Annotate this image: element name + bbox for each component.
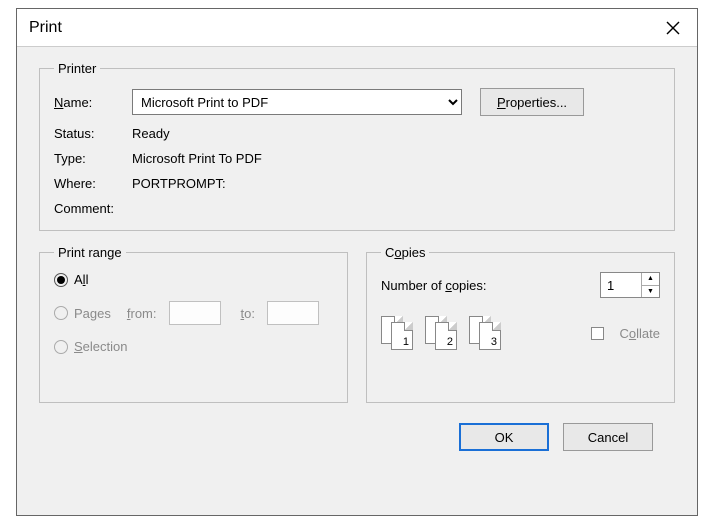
- to-input: [267, 301, 319, 325]
- printer-name-select[interactable]: Microsoft Print to PDF: [132, 89, 462, 115]
- comment-label: Comment:: [54, 201, 132, 216]
- cancel-button[interactable]: Cancel: [563, 423, 653, 451]
- copies-spinner[interactable]: 1 ▲ ▼: [600, 272, 660, 298]
- radio-dot-icon: [57, 276, 65, 284]
- page-number: 1: [403, 336, 409, 348]
- page-number: 3: [491, 336, 497, 348]
- where-value: PORTPROMPT:: [132, 176, 660, 191]
- collate-checkbox: [591, 327, 604, 340]
- type-value: Microsoft Print To PDF: [132, 151, 660, 166]
- ok-button[interactable]: OK: [459, 423, 549, 451]
- status-label: Status:: [54, 126, 132, 141]
- radio-pages: [54, 306, 68, 320]
- printer-group: Printer Name: Microsoft Print to PDF Pro…: [39, 61, 675, 231]
- radio-selection-label: Selection: [74, 339, 127, 354]
- spinner-up-icon[interactable]: ▲: [642, 273, 659, 286]
- to-label: to:: [241, 306, 255, 321]
- spinner-arrows: ▲ ▼: [641, 273, 659, 297]
- spinner-down-icon[interactable]: ▼: [642, 286, 659, 298]
- page-stack-icon: 1 1: [381, 316, 417, 350]
- dialog-body: Printer Name: Microsoft Print to PDF Pro…: [17, 47, 697, 465]
- print-range-group: Print range All Pages from: to: Selectio…: [39, 245, 348, 403]
- copies-value: 1: [601, 273, 641, 297]
- collate-illustration: 1 1 2 2 3 3: [381, 316, 505, 350]
- print-dialog: Print Printer Name: Microsoft Print to P…: [16, 8, 698, 516]
- page-stack-icon: 3 3: [469, 316, 505, 350]
- close-button[interactable]: [659, 14, 687, 42]
- where-label: Where:: [54, 176, 132, 191]
- from-input: [169, 301, 221, 325]
- properties-button[interactable]: Properties...: [480, 88, 584, 116]
- page-number: 2: [447, 336, 453, 348]
- titlebar: Print: [17, 9, 697, 47]
- print-range-group-label: Print range: [54, 245, 126, 260]
- close-icon: [665, 20, 681, 36]
- collate-label: Collate: [620, 326, 660, 341]
- dialog-footer: OK Cancel: [39, 417, 675, 451]
- printer-name-label: Name:: [54, 95, 132, 110]
- radio-all[interactable]: [54, 273, 68, 287]
- radio-all-label: All: [74, 272, 88, 287]
- radio-pages-label: Pages: [74, 306, 111, 321]
- type-label: Type:: [54, 151, 132, 166]
- copies-group-label: Copies: [381, 245, 429, 260]
- copies-group: Copies Number of copies: 1 ▲ ▼: [366, 245, 675, 403]
- radio-selection: [54, 340, 68, 354]
- status-value: Ready: [132, 126, 660, 141]
- from-label: from:: [127, 306, 157, 321]
- number-of-copies-label: Number of copies:: [381, 278, 487, 293]
- window-title: Print: [29, 19, 62, 37]
- printer-group-label: Printer: [54, 61, 100, 76]
- page-stack-icon: 2 2: [425, 316, 461, 350]
